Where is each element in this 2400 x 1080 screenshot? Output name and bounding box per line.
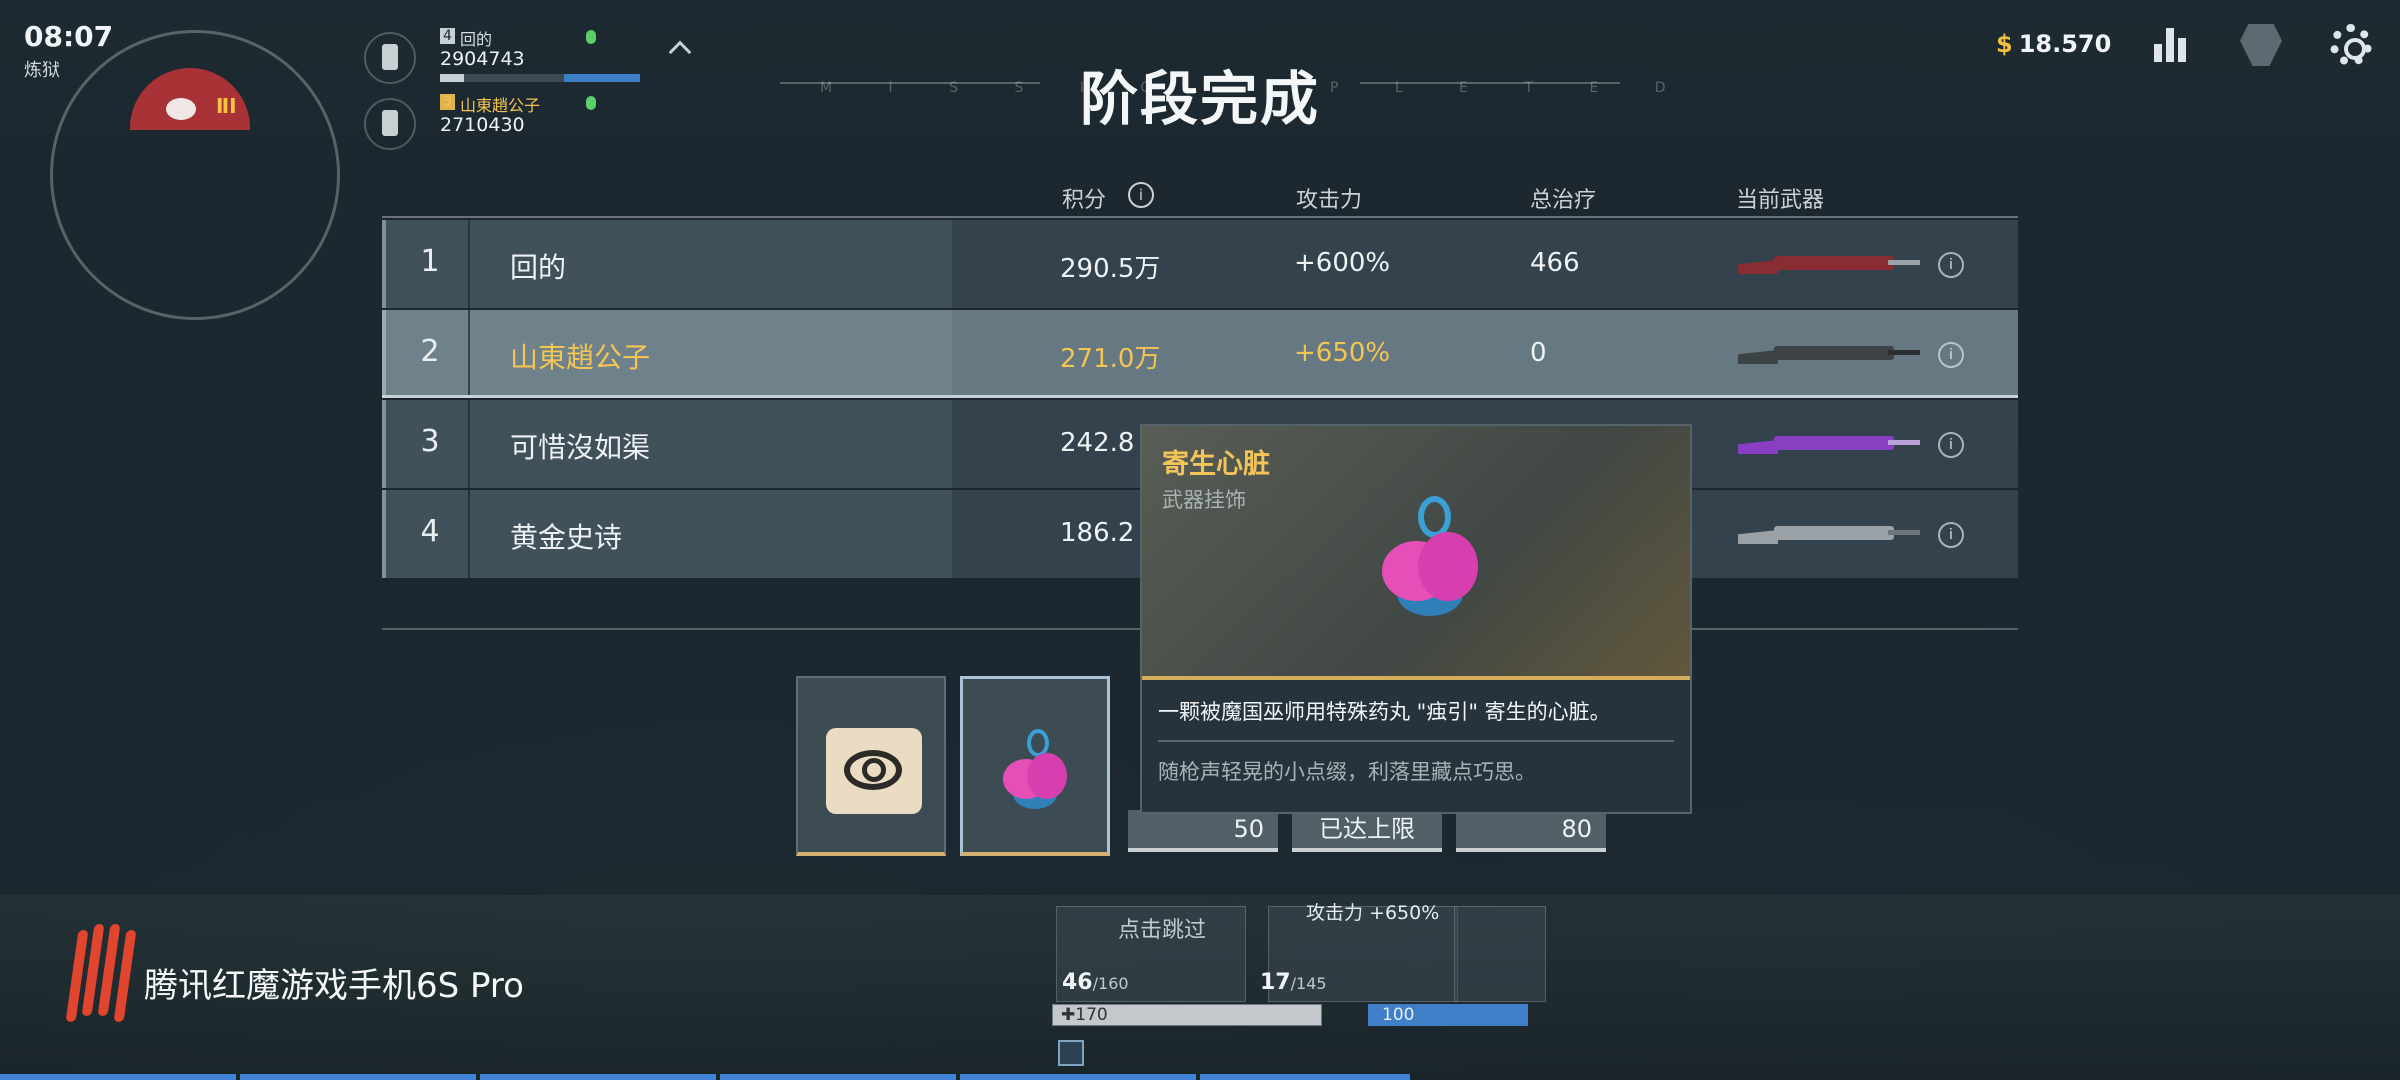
progress-segment xyxy=(480,1074,716,1080)
header-healing: 总治疗 xyxy=(1530,188,1597,213)
player-score: 242.8 xyxy=(1060,428,1135,458)
skip-button[interactable]: 点击跳过 xyxy=(1118,912,1206,944)
sniper-rifle-icon xyxy=(1738,254,1920,276)
item-flavor-text: 随枪声轻晃的小点缀，利落里藏点巧思。 xyxy=(1158,760,1536,784)
squad-name: 回的 xyxy=(460,30,493,49)
reward-value[interactable]: 80 xyxy=(1456,810,1606,852)
player-score: 186.2 xyxy=(1060,518,1135,548)
map-name: 炼狱 xyxy=(24,60,60,81)
item-name: 寄生心脏 xyxy=(1162,449,1270,480)
reward-slot-selected[interactable] xyxy=(960,676,1110,856)
squad-score: 2904743 xyxy=(440,48,525,70)
gear-icon[interactable] xyxy=(2330,24,2372,66)
rank-chevron-icon: ⅡI xyxy=(216,94,237,118)
progress-segment xyxy=(960,1074,1196,1080)
red-magic-logo-icon xyxy=(65,924,137,1022)
squad-member: 3 山東趙公子 2710430 xyxy=(360,90,660,150)
squad-number: 4 xyxy=(440,28,455,44)
sniper-rifle-icon xyxy=(1738,524,1920,546)
sniper-rifle-icon xyxy=(1738,434,1920,456)
player-name: 山東趙公子 xyxy=(510,341,651,374)
dollar-icon: $ xyxy=(1996,30,2013,58)
eye-card-icon xyxy=(826,728,922,814)
player-healing: 0 xyxy=(1530,338,1547,368)
health-icon: ✚ xyxy=(1061,1005,1076,1025)
stats-icon[interactable] xyxy=(2150,24,2192,66)
teammate-avatar-icon xyxy=(364,32,416,84)
armor-value: 100 xyxy=(1382,1005,1415,1025)
progress-segment xyxy=(0,1074,236,1080)
money-amount: 18.570 xyxy=(2018,30,2112,58)
parasite-heart-icon xyxy=(1003,729,1073,809)
reward-value[interactable]: 已达上限 xyxy=(1292,810,1442,852)
squad-number: 3 xyxy=(440,94,455,110)
info-icon[interactable]: i xyxy=(1938,522,1964,548)
mic-icon xyxy=(586,96,596,110)
secondary-ammo: 17/145 xyxy=(1260,970,1327,995)
info-icon[interactable]: i xyxy=(1938,252,1964,278)
clock: 08:07 xyxy=(24,20,114,53)
page-title: 阶段完成 xyxy=(1080,65,1321,133)
melee-weapon-slot[interactable] xyxy=(1454,906,1546,1002)
parasite-heart-icon xyxy=(1382,496,1487,616)
reward-slot[interactable] xyxy=(796,676,946,856)
item-description: 一颗被魔国巫师用特殊药丸 "痋引" 寄生的心脏。 xyxy=(1158,700,1611,724)
header-score: 积分 xyxy=(1062,188,1107,213)
table-row-self[interactable]: 2 山東趙公子 271.0万 +650% 0 i xyxy=(382,310,2018,398)
table-row[interactable]: 1 回的 290.5万 +600% 466 i xyxy=(382,220,2018,308)
item-type: 武器挂饰 xyxy=(1162,488,1246,512)
title-divider-right xyxy=(1360,82,1620,84)
player-attack: +600% xyxy=(1294,248,1391,278)
squad-health-bar xyxy=(440,74,640,82)
divider xyxy=(1158,740,1674,742)
squad-score: 2710430 xyxy=(440,114,525,136)
health-bar: ✚170 xyxy=(1052,1004,1322,1026)
progress-segment xyxy=(1200,1074,1410,1080)
player-score: 290.5万 xyxy=(1060,254,1161,284)
rank-number: 4 xyxy=(420,514,440,549)
info-icon[interactable]: i xyxy=(1938,432,1964,458)
rank-number: 2 xyxy=(420,334,440,369)
player-attack: +650% xyxy=(1294,338,1391,368)
device-watermark: 腾讯红魔游戏手机6S Pro xyxy=(144,966,524,1006)
player-healing: 466 xyxy=(1530,248,1580,278)
progress-segment xyxy=(240,1074,476,1080)
progress-segment xyxy=(720,1074,956,1080)
header-weapon: 当前武器 xyxy=(1736,188,1825,213)
header-attack: 攻击力 xyxy=(1296,188,1363,213)
reward-value[interactable]: 50 xyxy=(1128,810,1278,852)
player-score: 271.0万 xyxy=(1060,344,1161,374)
rank-number: 3 xyxy=(420,424,440,459)
attack-buff: 攻击力 +650% xyxy=(1306,902,1440,924)
armor-bar: 100 xyxy=(1368,1004,1528,1026)
player-name: 可惜沒如渠 xyxy=(510,431,651,464)
primary-ammo: 46/160 xyxy=(1062,970,1129,995)
table-header: 积分 i 攻击力 总治疗 当前武器 xyxy=(382,172,2018,218)
currency-display: $18.570 xyxy=(1996,30,2111,58)
squad-member: 4 回的 2904743 xyxy=(360,24,660,84)
rank-number: 1 xyxy=(420,244,440,279)
item-tooltip: 寄生心脏 武器挂饰 一颗被魔国巫师用特殊药丸 "痋引" 寄生的心脏。 随枪声轻晃… xyxy=(1140,424,1692,814)
health-value: 170 xyxy=(1075,1005,1108,1025)
player-name: 回的 xyxy=(510,251,567,284)
skill-icon[interactable] xyxy=(1058,1040,1084,1066)
squad-name: 山東趙公子 xyxy=(460,96,541,115)
player-name: 黄金史诗 xyxy=(510,521,623,554)
info-icon[interactable]: i xyxy=(1938,342,1964,368)
sniper-rifle-icon xyxy=(1738,344,1920,366)
info-icon[interactable]: i xyxy=(1128,182,1154,208)
player-emblem-icon xyxy=(166,98,196,120)
teammate-avatar-icon xyxy=(364,98,416,150)
mic-icon xyxy=(586,30,596,44)
